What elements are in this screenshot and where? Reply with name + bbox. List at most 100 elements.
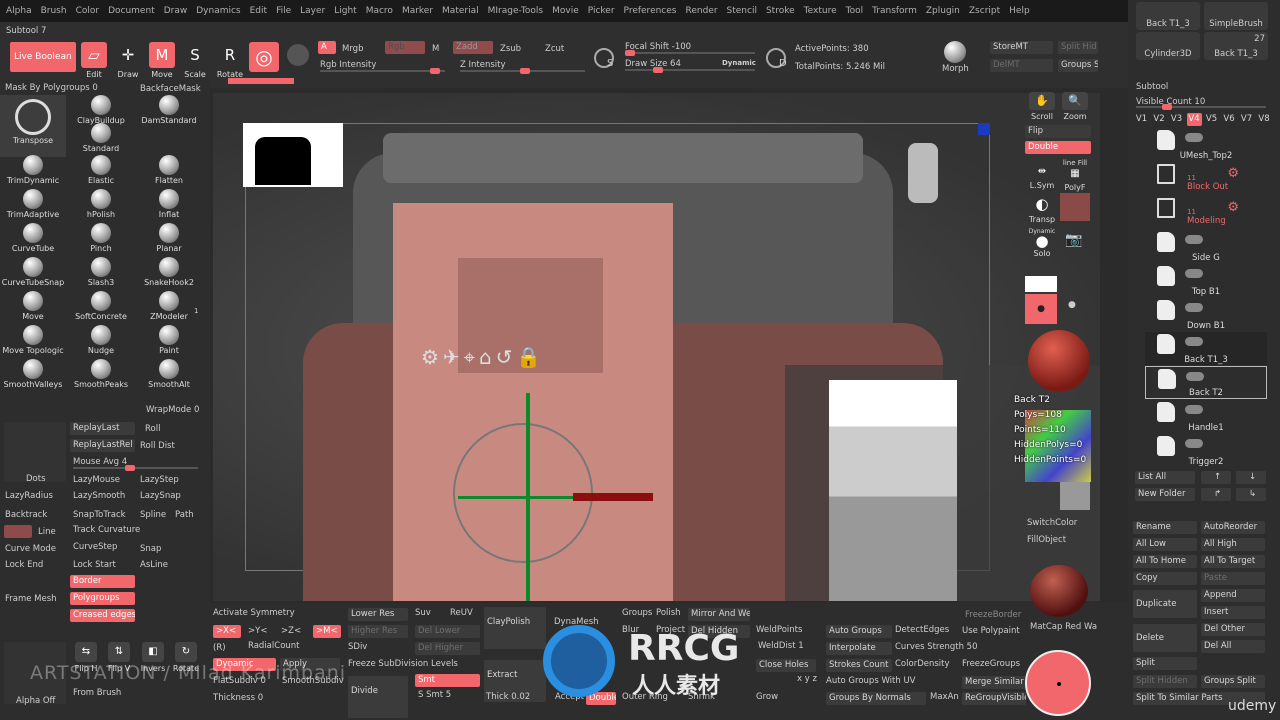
folder-gear-icon[interactable]: ⚙ bbox=[1227, 166, 1239, 181]
del-other-button[interactable]: Del Other bbox=[1201, 623, 1265, 636]
double-button[interactable]: Double bbox=[1025, 141, 1091, 154]
delmt-button[interactable]: DelMT bbox=[990, 59, 1053, 72]
brush-standard[interactable]: Standard bbox=[68, 123, 134, 153]
brush-claybuildup[interactable]: ClayBuildup bbox=[68, 95, 134, 125]
claypolish-control[interactable]: ClayPolish bbox=[484, 607, 546, 649]
version-v4[interactable]: V4 bbox=[1186, 113, 1202, 126]
menu-layer[interactable]: Layer bbox=[297, 0, 331, 22]
snap-button[interactable]: Snap bbox=[140, 544, 161, 554]
brush-trimdynamic[interactable]: TrimDynamic bbox=[0, 155, 66, 185]
xyz-control[interactable]: x y z bbox=[797, 674, 817, 684]
menu-transform[interactable]: Transform bbox=[869, 0, 923, 22]
brush-curvetube[interactable]: CurveTube bbox=[0, 223, 66, 253]
move-icon[interactable]: M bbox=[149, 42, 175, 68]
flip-v-icon[interactable]: ⇅ bbox=[108, 642, 130, 662]
visibility-toggle[interactable] bbox=[1185, 337, 1203, 346]
snap-to-track-button[interactable]: SnapToTrack bbox=[73, 510, 126, 520]
backtrack-button[interactable]: Backtrack bbox=[5, 510, 47, 520]
visibility-toggle[interactable] bbox=[1185, 439, 1203, 448]
morph-sphere-icon[interactable] bbox=[944, 41, 966, 63]
mouse-avg-slider[interactable]: Mouse Avg 4 bbox=[73, 457, 127, 467]
move-to-folder-icon[interactable]: ↱ bbox=[1201, 488, 1231, 501]
lazy-mouse-button[interactable]: LazyMouse bbox=[73, 475, 120, 485]
radial-count-control[interactable]: RadialCount bbox=[248, 641, 300, 651]
visible-count-track[interactable] bbox=[1136, 104, 1266, 110]
as-line-button[interactable]: AsLine bbox=[140, 560, 168, 570]
menu-picker[interactable]: Picker bbox=[585, 0, 621, 22]
move-out-icon[interactable]: ↳ bbox=[1236, 488, 1266, 501]
menu-preferences[interactable]: Preferences bbox=[621, 0, 683, 22]
grow-control[interactable]: Grow bbox=[756, 692, 778, 702]
menu-brush[interactable]: Brush bbox=[38, 0, 73, 22]
version-v5[interactable]: V5 bbox=[1204, 113, 1219, 126]
use-polypaint-control[interactable]: Use Polypaint bbox=[962, 626, 1020, 636]
visibility-toggle[interactable] bbox=[1185, 405, 1203, 414]
light-icon[interactable]: ● bbox=[1068, 300, 1076, 310]
subtool-item[interactable]: Side G bbox=[1145, 230, 1267, 263]
folder-gear-icon[interactable]: ⚙ bbox=[1227, 200, 1239, 215]
a-button[interactable]: A bbox=[318, 41, 336, 54]
brush-move[interactable]: Move bbox=[0, 291, 66, 321]
sdiv-control[interactable]: SDiv bbox=[348, 642, 367, 652]
freeze-subdiv-control[interactable]: Freeze SubDivision Levels bbox=[348, 659, 458, 669]
duplicate-button[interactable]: Duplicate bbox=[1133, 590, 1197, 618]
zadd-button[interactable]: Zadd bbox=[453, 41, 493, 54]
all-high-button[interactable]: All High bbox=[1201, 538, 1265, 551]
edit-icon[interactable]: ▱ bbox=[81, 42, 107, 68]
menu-file[interactable]: File bbox=[273, 0, 297, 22]
zoom-icon[interactable]: 🔍 bbox=[1062, 92, 1088, 110]
rgb-button[interactable]: Rgb bbox=[385, 41, 425, 54]
z-intensity-track[interactable] bbox=[460, 68, 585, 74]
brush-inflat[interactable]: Inflat bbox=[136, 189, 202, 219]
menu-stroke[interactable]: Stroke bbox=[763, 0, 801, 22]
border-button[interactable]: Border bbox=[70, 575, 135, 588]
zcut-button[interactable]: Zcut bbox=[545, 44, 564, 54]
brush-smoothpeaks[interactable]: SmoothPeaks bbox=[68, 359, 134, 389]
menu-movie[interactable]: Movie bbox=[549, 0, 585, 22]
storemt-button[interactable]: StoreMT bbox=[990, 41, 1053, 54]
menu-zscript[interactable]: Zscript bbox=[966, 0, 1006, 22]
smt-control[interactable]: Smt bbox=[415, 674, 480, 687]
rename-button[interactable]: Rename bbox=[1133, 521, 1197, 534]
brush-damstandard[interactable]: DamStandard bbox=[136, 95, 202, 125]
brush-transpose[interactable]: Transpose bbox=[0, 95, 66, 157]
tool-thumbnail[interactable]: SimpleBrush bbox=[1204, 2, 1268, 30]
brush-pinch[interactable]: Pinch bbox=[68, 223, 134, 253]
mirror-weld-control[interactable]: Mirror And Weld bbox=[688, 608, 750, 621]
draw-size-track[interactable] bbox=[625, 67, 755, 73]
solo-icon[interactable]: ● bbox=[1029, 234, 1055, 249]
brush-smoothvalleys[interactable]: SmoothValleys bbox=[0, 359, 66, 389]
polish-control[interactable]: Polish bbox=[656, 608, 681, 618]
menu-document[interactable]: Document bbox=[105, 0, 161, 22]
brush-paint[interactable]: Paint bbox=[136, 325, 202, 355]
menu-texture[interactable]: Texture bbox=[801, 0, 843, 22]
freeze-groups-control[interactable]: FreezeGroups bbox=[962, 659, 1020, 669]
move-up-icon[interactable]: ↑ bbox=[1201, 471, 1231, 484]
lazy-smooth-slider[interactable]: LazySmooth bbox=[73, 491, 125, 501]
y-control[interactable]: >Y< bbox=[248, 626, 267, 636]
m-control[interactable]: >M< bbox=[313, 625, 341, 638]
close-holes-control[interactable]: Close Holes bbox=[756, 659, 816, 672]
gizmo-x-axis-red[interactable] bbox=[573, 493, 653, 501]
brush-smoothalt[interactable]: SmoothAlt bbox=[136, 359, 202, 389]
thick-control[interactable]: Thick 0.02 bbox=[486, 692, 530, 702]
auto-groups-uv-control[interactable]: Auto Groups With UV bbox=[826, 676, 915, 686]
insert-button[interactable]: Insert bbox=[1201, 606, 1265, 619]
groups-control[interactable]: Groups bbox=[622, 608, 652, 618]
x-control[interactable]: >X< bbox=[213, 625, 241, 638]
split-hidden-button[interactable]: Split Hid bbox=[1058, 41, 1098, 54]
groups-split-button[interactable]: Groups S bbox=[1058, 59, 1098, 72]
lock-end-button[interactable]: Lock End bbox=[5, 560, 43, 570]
curves-strength-control[interactable]: Curves Strength 50 bbox=[895, 642, 978, 652]
live-boolean-button[interactable]: Live Boolean bbox=[10, 42, 76, 72]
creased-edges-button[interactable]: Creased edges bbox=[70, 609, 135, 622]
matcap-thumbnail[interactable] bbox=[1030, 565, 1088, 617]
mask-by-polygroups-slider[interactable]: Mask By Polygroups 0 bbox=[5, 83, 98, 93]
menu-color[interactable]: Color bbox=[73, 0, 106, 22]
brush-curvetubesnap[interactable]: CurveTubeSnap bbox=[0, 257, 66, 287]
brush-slash3[interactable]: Slash3 bbox=[68, 257, 134, 287]
merge-similar-control[interactable]: Merge Similar bbox=[962, 676, 1026, 689]
subtool-item[interactable]: UMesh_Top2 bbox=[1145, 128, 1267, 161]
rotate-alpha-icon[interactable]: ↻ bbox=[175, 642, 197, 662]
draw-icon[interactable]: ✛ bbox=[115, 42, 141, 68]
